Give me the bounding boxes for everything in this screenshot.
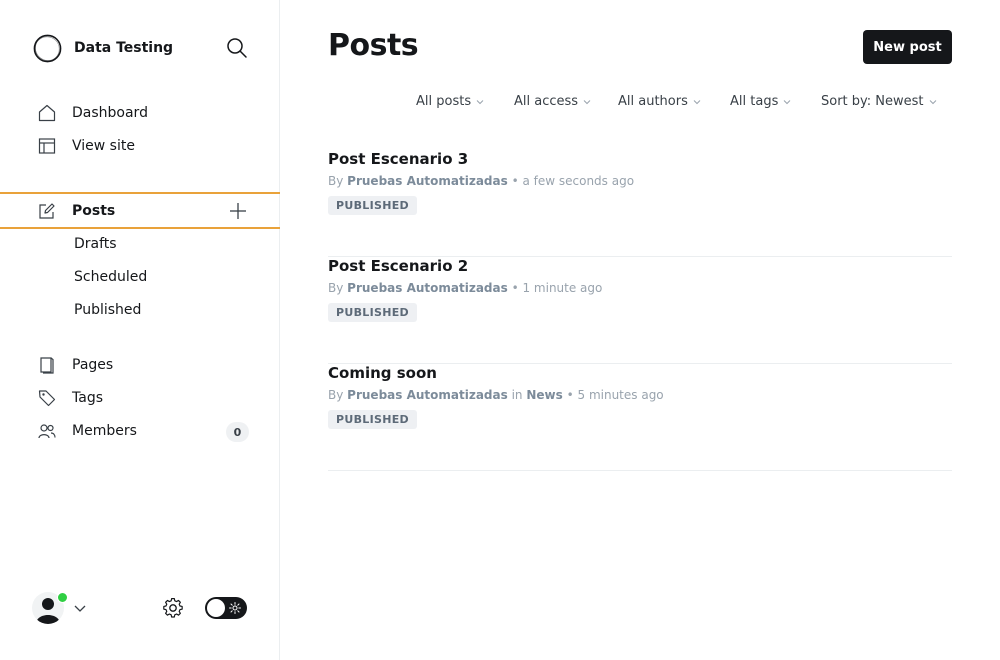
sidebar-item-label: Members — [72, 422, 137, 439]
brand-name: Data Testing — [74, 40, 174, 56]
sidebar-item-tags[interactable]: Tags — [0, 381, 280, 414]
by-label: By — [328, 281, 344, 295]
sidebar-subitem-scheduled[interactable]: Scheduled — [0, 260, 280, 293]
chevron-down-icon — [476, 99, 484, 104]
online-status-dot — [57, 592, 68, 603]
post-time: • a few seconds ago — [511, 174, 635, 188]
post-list-item[interactable]: Coming soon By Pruebas Automatizadas in … — [328, 364, 952, 471]
sidebar-item-label: Posts — [72, 202, 116, 219]
post-title: Post Escenario 2 — [328, 257, 469, 275]
toggle-knob — [207, 599, 225, 617]
status-badge: PUBLISHED — [328, 410, 417, 429]
layout-icon — [38, 138, 56, 154]
post-time: • 5 minutes ago — [566, 388, 664, 402]
home-icon — [38, 104, 56, 122]
status-badge: PUBLISHED — [328, 303, 417, 322]
chevron-down-icon — [583, 99, 591, 104]
post-time: • 1 minute ago — [511, 281, 603, 295]
page-icon — [40, 357, 54, 374]
sidebar-item-label: Pages — [72, 356, 114, 373]
sort-order-dropdown[interactable]: Sort by: Newest — [821, 94, 937, 109]
filter-access-dropdown[interactable]: All access — [514, 94, 591, 109]
page-title: Posts — [328, 28, 419, 63]
by-label: By — [328, 174, 344, 188]
sidebar-item-label: Drafts — [74, 235, 117, 252]
in-label: in — [511, 388, 523, 402]
post-list-item[interactable]: Post Escenario 2 By Pruebas Automatizada… — [328, 257, 952, 364]
main-content: Posts New post All posts All access All … — [280, 0, 1000, 660]
gear-icon[interactable] — [162, 597, 184, 619]
sidebar-item-posts[interactable]: Posts — [0, 192, 280, 229]
add-post-icon[interactable] — [228, 201, 248, 221]
post-meta: By Pruebas Automatizadas • a few seconds… — [328, 174, 634, 188]
post-title: Coming soon — [328, 364, 437, 382]
post-title: Post Escenario 3 — [328, 150, 469, 168]
post-tag: News — [526, 388, 563, 402]
post-author: Pruebas Automatizadas — [347, 388, 508, 402]
chevron-down-icon — [783, 99, 791, 104]
search-icon[interactable] — [226, 37, 248, 59]
sidebar-item-label: Tags — [72, 389, 103, 406]
sidebar-item-dashboard[interactable]: Dashboard — [0, 96, 280, 129]
edit-icon — [39, 203, 55, 219]
filter-label: All access — [514, 94, 579, 109]
filter-type-dropdown[interactable]: All posts — [416, 94, 484, 109]
members-count-badge: 0 — [226, 422, 249, 442]
sidebar-subitem-published[interactable]: Published — [0, 293, 280, 326]
site-logo-icon — [33, 34, 62, 62]
filter-label: Sort by: Newest — [821, 94, 924, 109]
filter-label: All tags — [730, 94, 779, 109]
filter-label: All posts — [416, 94, 472, 109]
chevron-down-icon — [74, 605, 86, 612]
status-badge: PUBLISHED — [328, 196, 417, 215]
filter-bar: All posts All access All authors All tag… — [280, 94, 1000, 112]
sidebar-item-view-site[interactable]: View site — [0, 129, 280, 162]
post-author: Pruebas Automatizadas — [347, 281, 508, 295]
filter-tags-dropdown[interactable]: All tags — [730, 94, 791, 109]
sidebar-item-pages[interactable]: Pages — [0, 348, 280, 381]
post-author: Pruebas Automatizadas — [347, 174, 508, 188]
post-meta: By Pruebas Automatizadas in News • 5 min… — [328, 388, 664, 402]
new-post-button[interactable]: New post — [863, 30, 952, 64]
sidebar-item-label: Published — [74, 301, 142, 318]
by-label: By — [328, 388, 344, 402]
post-meta: By Pruebas Automatizadas • 1 minute ago — [328, 281, 602, 295]
chevron-down-icon — [929, 99, 936, 104]
sidebar-item-label: Dashboard — [72, 104, 148, 121]
chevron-down-icon — [693, 99, 701, 104]
brand[interactable]: Data Testing — [32, 32, 173, 64]
sidebar-item-label: Scheduled — [74, 268, 148, 285]
post-list-item[interactable]: Post Escenario 3 By Pruebas Automatizada… — [328, 150, 952, 257]
user-menu[interactable] — [32, 592, 92, 624]
sidebar: Data Testing Dashboard View site Posts D… — [0, 0, 280, 660]
tag-icon — [38, 390, 56, 407]
sidebar-item-members[interactable]: Members 0 — [0, 414, 280, 447]
filter-label: All authors — [618, 94, 688, 109]
sun-icon — [229, 602, 241, 614]
sidebar-item-label: View site — [72, 137, 135, 154]
filter-authors-dropdown[interactable]: All authors — [618, 94, 701, 109]
sidebar-subitem-drafts[interactable]: Drafts — [0, 227, 280, 260]
theme-toggle[interactable] — [205, 597, 247, 619]
members-icon — [38, 424, 56, 439]
